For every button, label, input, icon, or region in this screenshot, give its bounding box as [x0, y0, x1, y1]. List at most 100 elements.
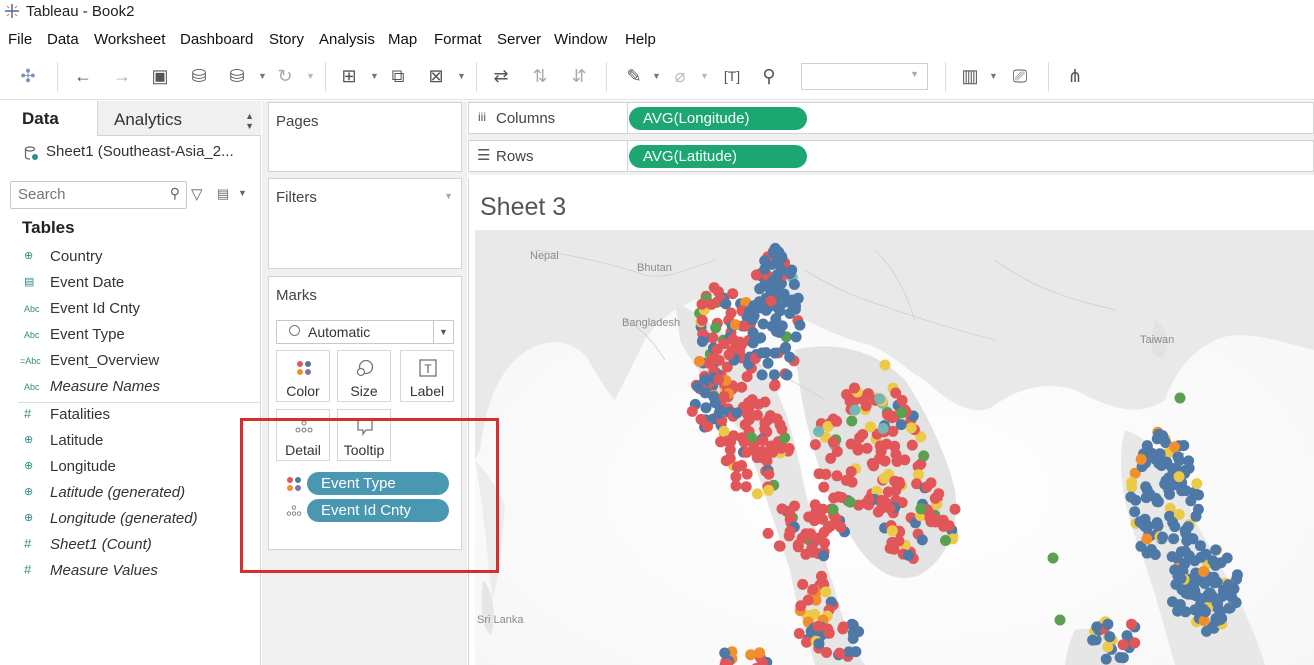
- event-point[interactable]: [738, 436, 750, 448]
- event-point[interactable]: [1216, 591, 1228, 602]
- undo-icon[interactable]: ←: [71, 64, 95, 88]
- event-point[interactable]: [718, 425, 730, 437]
- event-point[interactable]: [1183, 550, 1195, 562]
- menu-help[interactable]: Help: [625, 31, 656, 48]
- event-point[interactable]: [876, 502, 888, 514]
- event-point[interactable]: [730, 480, 742, 492]
- clear-icon[interactable]: ⊠: [424, 64, 448, 88]
- field-measure-names[interactable]: Abc Measure Names: [0, 375, 260, 401]
- event-point[interactable]: [820, 586, 832, 598]
- event-point[interactable]: [745, 649, 757, 661]
- event-point[interactable]: [929, 492, 941, 504]
- pin-icon[interactable]: ⚲: [757, 64, 781, 88]
- event-point[interactable]: [1231, 569, 1243, 581]
- event-point[interactable]: [822, 522, 834, 534]
- event-point[interactable]: [924, 512, 936, 524]
- sheet-title[interactable]: Sheet 3: [480, 193, 566, 222]
- group-icon[interactable]: ⌀: [668, 64, 692, 88]
- menu-story[interactable]: Story: [269, 31, 304, 48]
- event-point[interactable]: [1215, 557, 1227, 569]
- event-point[interactable]: [713, 407, 725, 419]
- event-point[interactable]: [1208, 571, 1220, 583]
- field-event-type[interactable]: Abc Event Type: [0, 323, 260, 349]
- event-point[interactable]: [845, 466, 857, 478]
- sort-ascending-icon[interactable]: ⇅: [528, 64, 552, 88]
- event-point[interactable]: [921, 481, 933, 493]
- event-point[interactable]: [746, 394, 758, 406]
- event-point[interactable]: [916, 534, 928, 546]
- event-point[interactable]: [762, 357, 774, 369]
- show-labels-icon[interactable]: [T]: [720, 64, 744, 88]
- event-point[interactable]: [949, 503, 961, 515]
- redo-icon[interactable]: →: [110, 64, 134, 88]
- field-event-date[interactable]: ▤ Event Date: [0, 271, 260, 297]
- event-point[interactable]: [865, 421, 876, 433]
- event-point[interactable]: [1151, 496, 1163, 508]
- event-point[interactable]: [713, 374, 725, 385]
- duplicate-icon[interactable]: ⧉: [386, 64, 410, 88]
- event-point[interactable]: [860, 400, 872, 412]
- event-point[interactable]: [843, 646, 855, 658]
- chevron-down-icon[interactable]: ▼: [238, 188, 247, 198]
- refresh-icon[interactable]: ↻: [273, 64, 297, 88]
- event-point[interactable]: [1087, 634, 1099, 646]
- event-point[interactable]: [1204, 587, 1216, 599]
- event-point[interactable]: [838, 621, 849, 633]
- event-point[interactable]: [757, 318, 769, 330]
- event-point[interactable]: [834, 647, 845, 659]
- new-worksheet-icon[interactable]: ⊞: [337, 64, 361, 88]
- event-point[interactable]: [784, 525, 796, 537]
- event-point[interactable]: [796, 532, 808, 544]
- event-point[interactable]: [1230, 597, 1242, 609]
- event-point[interactable]: [817, 503, 829, 515]
- event-point[interactable]: [1168, 533, 1180, 545]
- event-point[interactable]: [781, 369, 793, 381]
- event-point[interactable]: [899, 454, 911, 466]
- event-point[interactable]: [809, 439, 821, 451]
- event-point[interactable]: [1173, 455, 1185, 466]
- event-point[interactable]: [1129, 637, 1141, 649]
- event-point[interactable]: [686, 405, 698, 417]
- avg-latitude-pill[interactable]: AVG(Latitude): [629, 145, 807, 168]
- event-point[interactable]: [751, 488, 763, 500]
- field-longitude[interactable]: ⊕ Longitude: [0, 455, 260, 481]
- event-point[interactable]: [863, 493, 875, 505]
- new-worksheet-dropdown[interactable]: ▼: [370, 64, 379, 88]
- event-point[interactable]: [775, 442, 787, 454]
- event-point[interactable]: [736, 381, 748, 393]
- filter-icon[interactable]: ▽: [191, 185, 203, 203]
- view-list-icon[interactable]: ▤: [217, 186, 229, 202]
- menu-analysis[interactable]: Analysis: [319, 31, 375, 48]
- event-point[interactable]: [741, 446, 753, 458]
- event-point[interactable]: [831, 470, 843, 482]
- event-point[interactable]: [709, 397, 721, 409]
- event-point[interactable]: [1100, 653, 1112, 665]
- event-point[interactable]: [775, 264, 787, 276]
- event-point[interactable]: [718, 390, 730, 402]
- event-point[interactable]: [1047, 552, 1059, 564]
- event-point[interactable]: [1198, 566, 1210, 577]
- event-point[interactable]: [1104, 631, 1116, 643]
- field-latitude[interactable]: ⊕ Latitude: [0, 429, 260, 455]
- event-point[interactable]: [893, 535, 905, 547]
- pause-updates-icon[interactable]: ⛁: [225, 64, 249, 88]
- map-canvas[interactable]: Nepal Bhutan Bangladesh Taiwan Sri Lanka…: [475, 230, 1314, 665]
- event-point[interactable]: [807, 584, 819, 595]
- new-data-source-icon[interactable]: ⛁: [187, 64, 211, 88]
- event-point[interactable]: [1102, 618, 1114, 630]
- event-point[interactable]: [699, 373, 711, 385]
- event-point[interactable]: [774, 540, 786, 552]
- event-point[interactable]: [763, 484, 774, 496]
- datasource-name[interactable]: Sheet1 (Southeast-Asia_2...: [46, 143, 234, 160]
- event-point[interactable]: [1195, 551, 1207, 563]
- show-me-icon[interactable]: ▥: [958, 64, 982, 88]
- event-point[interactable]: [1194, 540, 1206, 552]
- event-point[interactable]: [812, 620, 824, 632]
- highlight-dropdown[interactable]: ▼: [652, 64, 661, 88]
- event-point[interactable]: [740, 481, 752, 493]
- event-point[interactable]: [852, 444, 864, 456]
- event-point[interactable]: [724, 452, 736, 464]
- event-point[interactable]: [751, 409, 763, 421]
- group-dropdown[interactable]: ▼: [700, 64, 709, 88]
- event-point[interactable]: [693, 355, 705, 367]
